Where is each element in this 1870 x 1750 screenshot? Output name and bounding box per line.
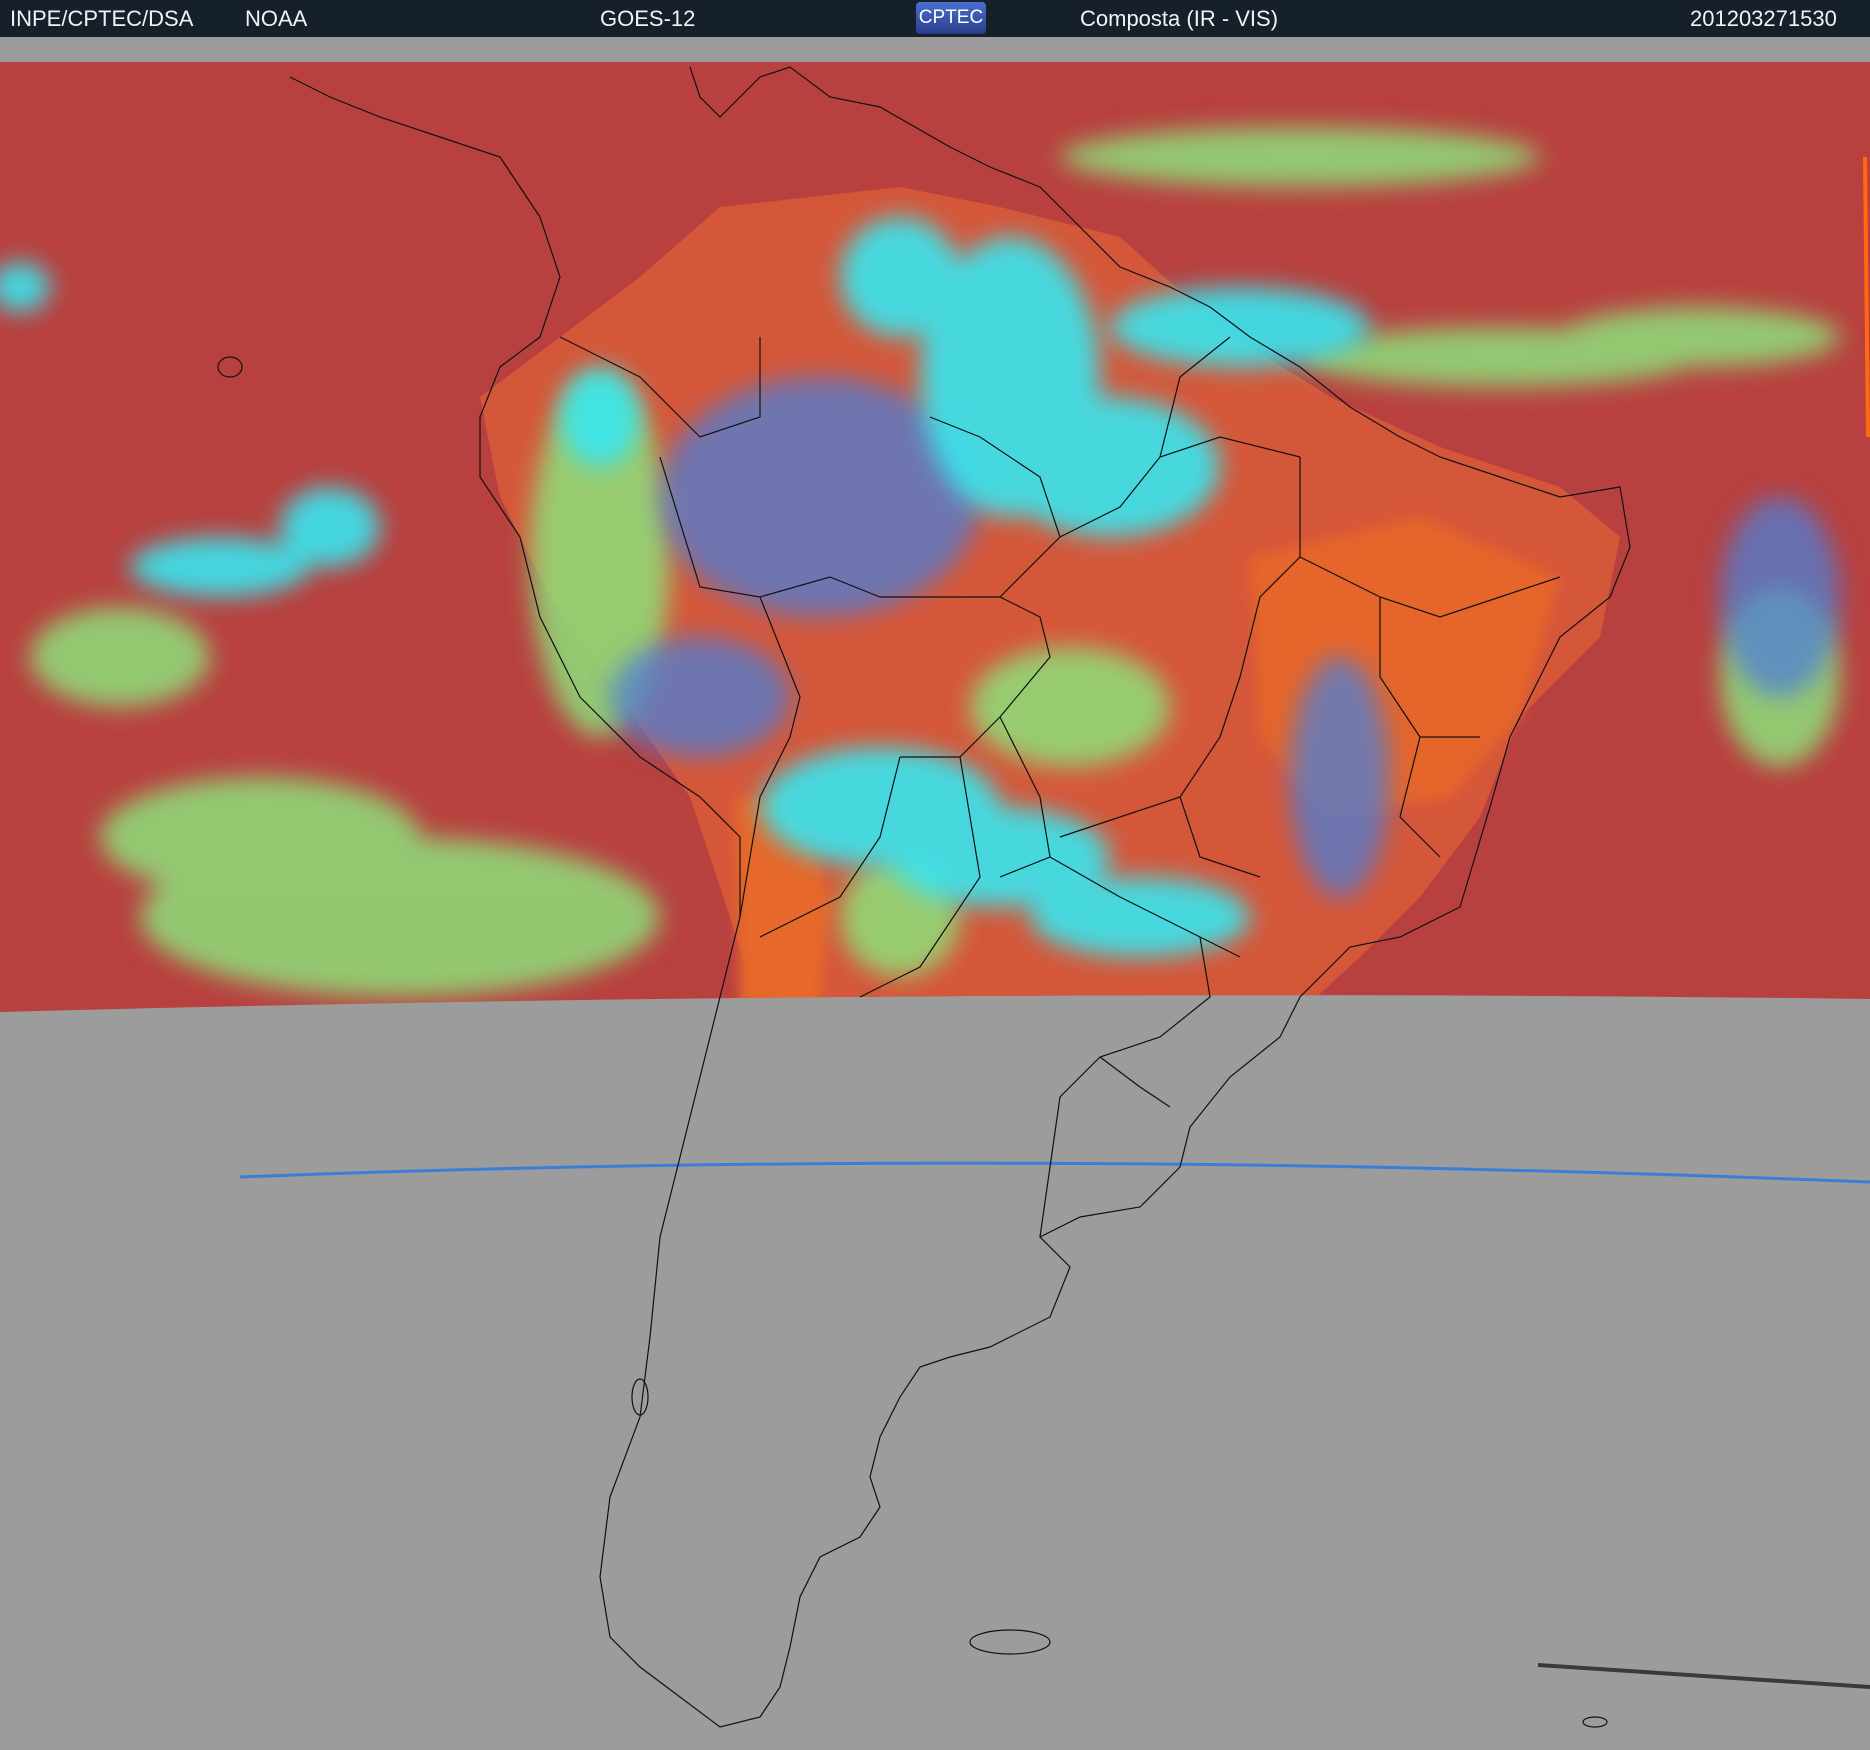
cptec-logo: CPTEC	[916, 2, 986, 34]
satellite-label: GOES-12	[600, 6, 696, 31]
scan-line-1	[239, 1161, 1870, 1184]
falkland-islands	[969, 1629, 1051, 1655]
chiloe-island	[631, 1378, 649, 1416]
composite-imagery	[0, 62, 1870, 1012]
scan-line-2	[1537, 1663, 1870, 1689]
timestamp-label: 201203271530	[1690, 6, 1837, 31]
provider-label: NOAA	[245, 6, 308, 31]
south-georgia	[1582, 1716, 1608, 1728]
title-bar: INPE/CPTEC/DSA NOAA GOES-12 CPTEC Compos…	[0, 0, 1870, 37]
product-label: Composta (IR - VIS)	[1080, 6, 1279, 31]
agency-label: INPE/CPTEC/DSA	[10, 6, 194, 31]
satellite-map	[0, 62, 1870, 1728]
